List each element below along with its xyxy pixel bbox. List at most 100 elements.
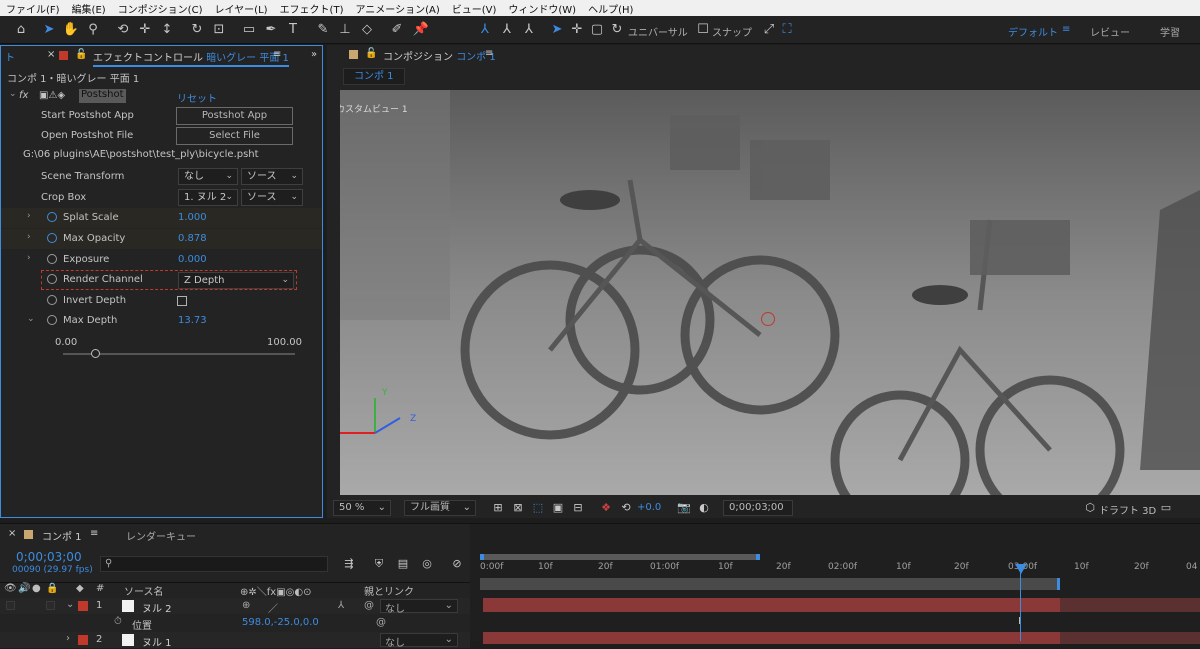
playhead-marker-icon[interactable] [1015,564,1027,574]
layer-row-1[interactable]: ⌄ 1 ヌル 2 ⊕ ／ ⅄ @ なし ⌄ [0,598,470,615]
stopwatch-icon[interactable] [47,212,57,222]
pick-whip-icon[interactable]: @ [364,600,374,611]
chevron-right-icon[interactable]: › [27,232,31,242]
snapshot-icon[interactable]: 📷 [675,498,693,518]
eraser-tool-icon[interactable]: ◇ [358,20,376,40]
chevron-right-icon[interactable]: › [27,211,31,221]
graph-editor-icon[interactable]: ⊘ [448,554,466,574]
layer-search-input[interactable]: ⚲ [100,556,328,572]
view-axis-icon[interactable]: ⅄ [520,20,538,40]
quality-dropdown[interactable]: フル画質 ⌄ [404,500,476,516]
menu-effect[interactable]: エフェクト(T) [274,1,350,16]
menu-edit[interactable]: 編集(E) [66,1,112,16]
selection-tool-icon[interactable]: ➤ [40,20,58,40]
timeline-track-area[interactable]: 0:00f 10f 20f 01:00f 10f 20f 02:00f 10f … [470,524,1200,644]
menu-file[interactable]: ファイル(F) [0,1,66,16]
roto-brush-icon[interactable]: ✐ [388,20,406,40]
hand-tool-icon[interactable]: ✋ [62,20,80,40]
3d-layer-icon[interactable]: ⅄ [338,600,344,611]
max-opacity-value[interactable]: 0.878 [178,233,207,244]
composition-viewer[interactable]: カスタムビュー 1 Y X Z [340,90,1200,495]
tab-effect-controls[interactable]: エフェクトコントロール 暗いグレー 平面 1 [93,49,289,67]
shy-switch-icon[interactable]: ⊕ [242,600,250,611]
clone-stamp-icon[interactable]: ⊥ [336,20,354,40]
transparency-icon[interactable]: ⊞ [489,498,507,518]
exposure-value[interactable]: 0.000 [178,254,207,265]
chevron-right-icon[interactable]: › [66,633,70,644]
shy-layers-icon[interactable]: ▤ [394,554,412,574]
source-name-header[interactable]: ソース名 [124,583,164,598]
position-value[interactable]: 598.0,-25.0,0.0 [242,617,319,628]
pan-camera-icon[interactable]: ✛ [136,20,154,40]
close-tab-icon[interactable]: × [47,49,55,67]
parent-header[interactable]: 親とリンク [364,583,414,598]
menu-help[interactable]: ヘルプ(H) [582,1,639,16]
scale-gizmo-icon[interactable]: ▢ [588,20,606,40]
panel-overflow-icon[interactable]: » [311,49,317,67]
timeline-timecode[interactable]: 0;00;03;00 [16,550,82,564]
snap-checkbox[interactable]: ☐ [694,20,712,40]
splat-scale-value[interactable]: 1.000 [178,212,207,223]
close-tab-icon[interactable]: × [8,528,16,539]
lock-icon[interactable]: 🔓 [365,48,377,66]
chevron-down-icon[interactable]: ⌄ [9,89,17,99]
time-navigator[interactable] [480,578,1060,590]
reset-link[interactable]: リセット [177,90,217,105]
tab-render-queue[interactable]: レンダーキュー [126,528,196,543]
panel-menu-icon[interactable]: ≡ [485,48,493,66]
channel-icon[interactable]: ❖ [597,498,615,518]
menu-composition[interactable]: コンポジション(C) [112,1,209,16]
viewer-timecode[interactable]: 0;00;03;00 [723,500,793,516]
universal-select-icon[interactable]: ➤ [548,20,566,40]
invert-depth-checkbox[interactable] [177,296,187,306]
draft-3d-label[interactable]: ドラフト 3D [1099,502,1156,517]
layer-bar-1[interactable] [483,598,1060,612]
zoom-tool-icon[interactable]: ⚲ [84,20,102,40]
workspace-learn[interactable]: 学習 [1160,24,1180,39]
workspace-default[interactable]: デフォルト [1008,24,1058,39]
layer-name[interactable]: ヌル 1 [142,634,172,649]
frame-blending-icon[interactable]: ◎ [418,554,436,574]
layer-label-color[interactable] [78,635,88,645]
move-gizmo-icon[interactable]: ✛ [568,20,586,40]
scene-transform-dropdown[interactable]: なし ⌄ [178,168,238,185]
rotate-gizmo-icon[interactable]: ↻ [608,20,626,40]
parent-dropdown-2[interactable]: なし ⌄ [380,633,458,649]
3d-view-icon[interactable]: ⬚ [529,498,547,518]
postshot-app-button[interactable]: Postshot App [176,107,293,125]
stopwatch-icon[interactable] [47,315,57,325]
parent-dropdown-1[interactable]: なし ⌄ [380,599,458,615]
draft-3d-toggle-icon[interactable]: ⛨ [370,554,388,574]
layer-row-2[interactable]: › 2 ヌル 1 なし ⌄ [0,632,470,649]
local-axis-icon[interactable]: ⅄ [476,20,494,40]
anchor-tool-icon[interactable]: ⊡ [210,20,228,40]
stopwatch-icon[interactable] [47,254,57,264]
stopwatch-icon[interactable] [47,233,57,243]
stopwatch-icon[interactable] [47,274,57,284]
tab-timeline-comp[interactable]: コンポ 1 [42,528,82,543]
scene-transform-source-dropdown[interactable]: ソース ⌄ [241,168,303,185]
puppet-pin-icon[interactable]: 📌 [412,20,430,40]
chevron-down-icon[interactable]: ⌄ [66,599,74,610]
tab-composition[interactable]: コンポジション コンポ 1 [383,48,496,66]
panel-menu-icon[interactable]: ≡ [90,528,98,539]
layer-name[interactable]: ヌル 2 [142,600,172,615]
expression-pickwhip-icon[interactable]: @ [376,617,386,628]
expand-icon[interactable]: ⤢ [760,20,778,40]
slider-thumb[interactable] [90,349,100,358]
orbit-camera-icon[interactable]: ⟲ [114,20,132,40]
lock-toggle[interactable] [46,601,55,610]
rotate-tool-icon[interactable]: ↻ [188,20,206,40]
menu-animation[interactable]: アニメーション(A) [349,1,445,16]
visibility-toggle[interactable] [6,601,15,610]
layer-bar-2[interactable] [483,632,1060,644]
frame-icon[interactable]: ⛶ [778,20,796,40]
stopwatch-icon[interactable]: ⏱ [114,616,122,627]
draft-3d-icon[interactable]: ⬡ [1081,498,1099,518]
crop-box-source-dropdown[interactable]: ソース ⌄ [241,189,303,206]
select-file-button[interactable]: Select File [176,127,293,145]
effect-name[interactable]: Postshot [79,89,126,103]
mask-icon[interactable]: ⊠ [509,498,527,518]
dolly-camera-icon[interactable]: ↕ [158,20,176,40]
home-icon[interactable]: ⌂ [12,20,30,40]
